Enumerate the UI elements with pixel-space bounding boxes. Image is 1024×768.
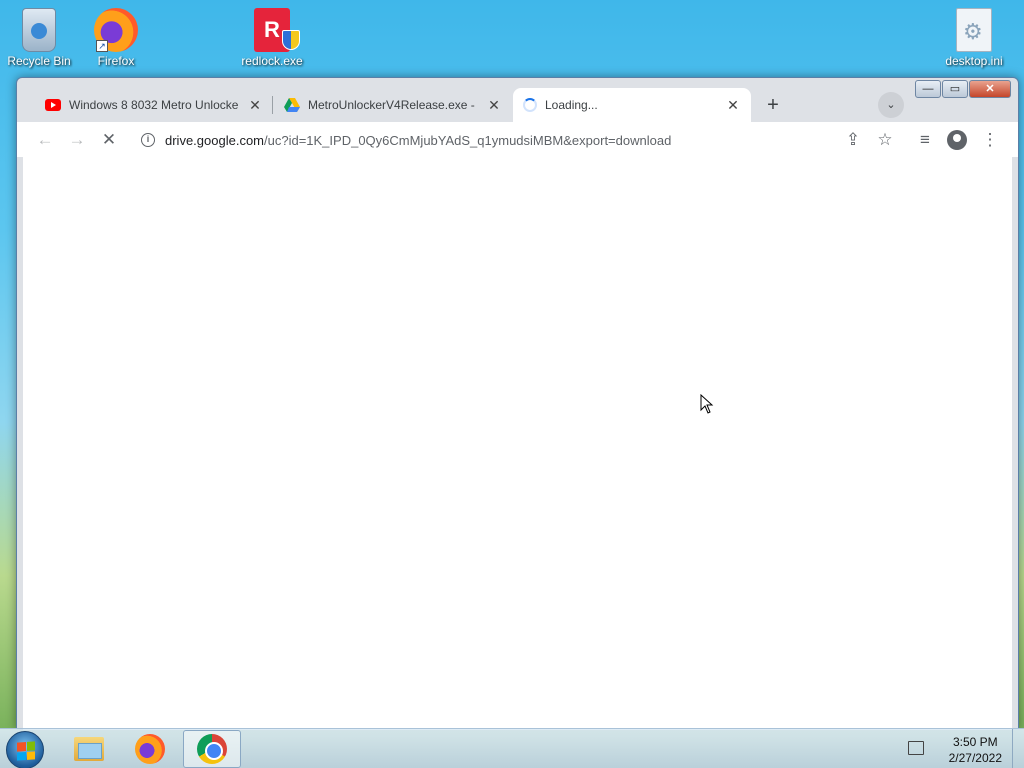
google-drive-icon: [284, 98, 300, 112]
tab-title: Loading...: [545, 98, 598, 112]
bookmark-star-icon[interactable]: ☆: [871, 126, 899, 154]
uac-shield-icon: [282, 30, 300, 50]
url-host: drive.google.com: [165, 132, 264, 148]
tab-loading[interactable]: Loading... ✕: [513, 88, 751, 122]
taskbar-file-explorer[interactable]: [60, 730, 118, 768]
firefox-icon: ↗: [94, 8, 138, 52]
tab-title: MetroUnlockerV4Release.exe - G: [308, 98, 478, 112]
tab-search-button[interactable]: ⌄: [878, 92, 904, 118]
forward-button[interactable]: →: [63, 126, 91, 154]
desktop-icon-desktop-ini[interactable]: desktop.ini: [936, 8, 1012, 68]
windows-logo-icon: [17, 741, 35, 761]
url-path: /uc?id=1K_IPD_0Qy6CmMjubYAdS_q1ymudsiMBM…: [264, 132, 672, 148]
back-button[interactable]: ←: [31, 126, 59, 154]
avatar-icon: [947, 130, 967, 150]
share-icon[interactable]: ⇪: [839, 126, 867, 154]
clock-date: 2/27/2022: [948, 751, 1002, 765]
taskbar-chrome[interactable]: [183, 730, 241, 768]
shortcut-arrow-icon: ↗: [96, 40, 108, 52]
browser-toolbar: ← → ✕ i drive.google.com/uc?id=1K_IPD_0Q…: [17, 122, 1018, 157]
youtube-icon: [45, 99, 61, 111]
desktop-icon-redlock[interactable]: R redlock.exe: [234, 8, 310, 68]
reading-list-icon[interactable]: ≡: [911, 126, 939, 154]
menu-kebab-icon[interactable]: ⋮: [976, 126, 1004, 154]
taskbar-firefox[interactable]: [121, 730, 179, 768]
tab-close-icon[interactable]: ✕: [486, 97, 502, 114]
start-button[interactable]: [6, 731, 44, 768]
desktop-icon-label: Recycle Bin: [7, 54, 71, 68]
url-text: drive.google.com/uc?id=1K_IPD_0Qy6CmMjub…: [165, 133, 671, 148]
tab-youtube[interactable]: Windows 8 8032 Metro Unlocker ✕: [35, 88, 273, 122]
tab-google-drive[interactable]: MetroUnlockerV4Release.exe - G ✕: [274, 88, 512, 122]
firefox-icon: [135, 734, 165, 764]
redlock-exe-icon: R: [254, 8, 300, 52]
show-desktop-button[interactable]: [1012, 729, 1024, 768]
clock[interactable]: 3:50 PM 2/27/2022: [949, 734, 1002, 766]
tab-separator: [272, 96, 273, 114]
desktop-icon-recycle-bin[interactable]: Recycle Bin: [1, 8, 77, 68]
tab-title: Windows 8 8032 Metro Unlocker: [69, 98, 239, 112]
tab-strip: Windows 8 8032 Metro Unlocker ✕ MetroUnl…: [17, 78, 1018, 122]
desktop-icon-firefox[interactable]: ↗ Firefox: [78, 8, 154, 68]
site-info-icon[interactable]: i: [141, 133, 155, 147]
close-window-button[interactable]: ✕: [969, 80, 1011, 98]
maximize-button[interactable]: ▭: [942, 80, 968, 98]
tab-close-icon[interactable]: ✕: [247, 97, 263, 114]
browser-window: Windows 8 8032 Metro Unlocker ✕ MetroUnl…: [16, 77, 1019, 730]
page-content[interactable]: [23, 157, 1012, 730]
taskbar: 3:50 PM 2/27/2022: [0, 728, 1024, 768]
ini-file-icon: [956, 8, 992, 52]
minimize-button[interactable]: —: [915, 80, 941, 98]
profile-button[interactable]: [943, 126, 971, 154]
recycle-bin-icon: [22, 8, 56, 52]
tab-close-icon[interactable]: ✕: [725, 97, 741, 114]
desktop-icon-label: desktop.ini: [945, 54, 1003, 68]
address-bar[interactable]: i drive.google.com/uc?id=1K_IPD_0Qy6CmMj…: [131, 126, 851, 154]
system-tray: 3:50 PM 2/27/2022: [874, 729, 1024, 768]
new-tab-button[interactable]: +: [760, 92, 786, 118]
loading-spinner-icon: [523, 98, 537, 112]
desktop-icon-label: Firefox: [97, 54, 135, 68]
desktop-icon-label: redlock.exe: [241, 54, 303, 68]
mouse-cursor-icon: [700, 394, 714, 414]
stop-loading-button[interactable]: ✕: [95, 126, 123, 154]
clock-time: 3:50 PM: [952, 735, 998, 749]
chrome-icon: [197, 734, 227, 764]
file-explorer-icon: [74, 737, 104, 761]
network-icon[interactable]: [908, 741, 924, 755]
